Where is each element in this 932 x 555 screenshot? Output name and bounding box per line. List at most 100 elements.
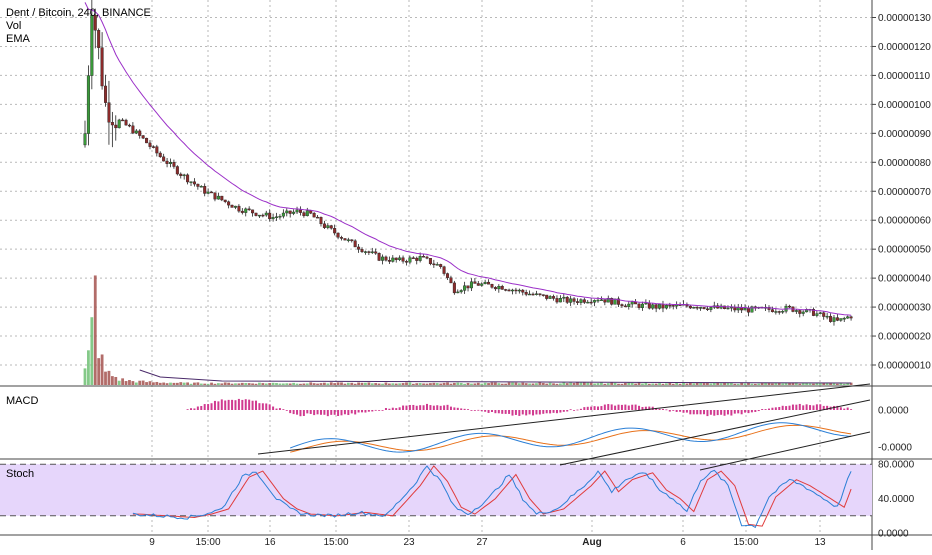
volume-bar [326, 383, 330, 385]
candle [777, 311, 781, 313]
macd-histogram-bar [737, 410, 740, 414]
macd-histogram-bar [374, 409, 377, 411]
macd-histogram-bar [251, 400, 254, 410]
volume-bar [668, 382, 672, 385]
macd-histogram-bar [456, 407, 459, 410]
candles[interactable] [83, 0, 853, 326]
macd-histogram-bar [237, 398, 240, 410]
macd-histogram-bar [514, 410, 517, 415]
candle [165, 160, 169, 164]
macd-histogram-bar [733, 410, 736, 414]
volume-bar [606, 383, 610, 385]
chart-legend: Dent / Bitcoin, 240, BINANCE Vol EMA [6, 7, 151, 46]
candle [664, 304, 668, 309]
macd-histogram-bar [597, 406, 599, 410]
volume-bar [473, 383, 477, 385]
macd-histogram-bar [487, 410, 490, 413]
candle [401, 257, 405, 262]
macd-histogram-bar [446, 404, 449, 410]
volume-bar [336, 382, 340, 385]
volume-bar [487, 383, 490, 385]
macd-histogram-bar [764, 409, 767, 410]
volume-bar [644, 382, 648, 385]
volume-bar [278, 383, 282, 385]
volume-bar [158, 382, 162, 385]
candle [459, 290, 463, 293]
volume-bar [343, 383, 347, 385]
volume-bar [292, 382, 296, 385]
macd-histogram-bar [244, 399, 247, 410]
volume-bar [500, 383, 504, 385]
macd-histogram-bar [525, 410, 528, 416]
candle [199, 186, 203, 188]
volume-bar [449, 383, 453, 385]
macd-histogram-bar [497, 410, 500, 414]
macd-histogram-bar [511, 410, 514, 416]
trading-chart[interactable]: 0.00000130 0.00000120 0.00000110 0.00000100… [0, 0, 932, 550]
macd-histogram-bar [658, 408, 661, 410]
volume-bar [541, 382, 545, 385]
volume-bar [179, 382, 183, 385]
volume-bar [87, 350, 90, 385]
volume-bar [535, 383, 538, 385]
macd-histogram-bar [627, 405, 630, 410]
volume-bar [234, 383, 237, 385]
macd-label: MACD [6, 395, 39, 407]
volume-bar [405, 382, 408, 385]
macd-histogram-bar [631, 404, 634, 410]
volume-bar [271, 382, 275, 385]
macd-histogram-bar [326, 410, 329, 417]
macd-histogram-bar [614, 405, 617, 410]
candle [661, 304, 665, 309]
volume-bar [295, 383, 299, 385]
volume-bar [432, 382, 436, 385]
macd-group [186, 398, 853, 453]
volume-bar [227, 382, 231, 385]
macd-histogram-bar [367, 410, 370, 412]
volume-bar [114, 376, 118, 385]
candle [418, 256, 422, 261]
volume-bar [370, 383, 374, 385]
macd-histogram-bar [744, 410, 747, 413]
macd-histogram-bar [388, 408, 391, 410]
macd-histogram-bar [747, 410, 750, 414]
macd-histogram-bar [361, 410, 364, 413]
volume-bar [381, 383, 384, 385]
price-tick-label: 0.00000070 [878, 187, 931, 198]
macd-histogram-bar [306, 410, 309, 414]
macd-histogram-bar [720, 410, 723, 415]
macd-histogram-bar [371, 410, 374, 412]
candle [449, 277, 453, 284]
macd-histogram-bar [316, 410, 319, 415]
candle [206, 191, 210, 194]
candle [353, 240, 357, 248]
volume-bar [148, 381, 152, 385]
macd-histogram-bar [624, 404, 627, 410]
candle [555, 298, 559, 303]
volume-bar [812, 383, 815, 385]
volume-bar [651, 383, 655, 385]
macd-histogram-bar [330, 410, 333, 415]
candle [292, 211, 296, 214]
volume-bar [288, 383, 292, 385]
macd-histogram-bar [193, 408, 196, 410]
stoch-band-fill [0, 464, 872, 516]
volume-bar [781, 383, 785, 385]
macd-histogram-bar [432, 405, 435, 410]
volume-bar [757, 383, 761, 385]
volume-bar [299, 383, 302, 385]
macd-histogram-bar [350, 410, 353, 414]
macd-histogram-bar [850, 409, 853, 410]
macd-histogram-bar [535, 410, 538, 415]
candle [493, 287, 497, 290]
volume-bar [387, 383, 391, 385]
volume-bar [302, 383, 306, 385]
candle [275, 216, 279, 218]
candle [425, 256, 429, 259]
macd-histogram-bar [261, 403, 264, 410]
candle [558, 298, 562, 303]
macd-histogram-bar [217, 401, 220, 410]
volume-bar [733, 383, 737, 385]
candle [398, 257, 402, 260]
volume-bar [213, 383, 217, 385]
